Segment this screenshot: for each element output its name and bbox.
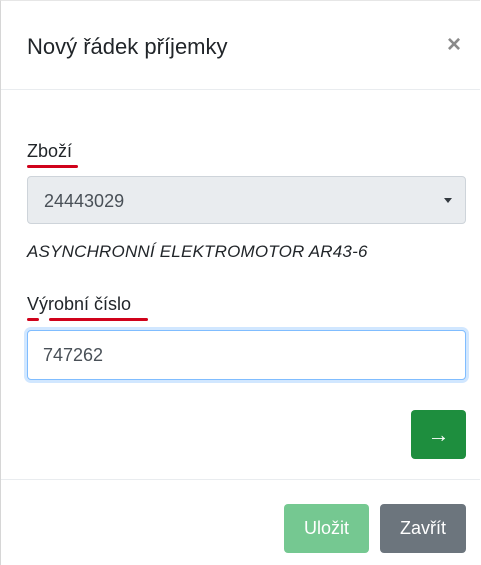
product-name: ASYNCHRONNÍ ELEKTROMOTOR AR43-6 [27, 242, 368, 261]
serial-number-input[interactable] [27, 330, 466, 380]
close-button[interactable]: Zavřít [380, 504, 466, 553]
goods-label: Zboží [27, 140, 78, 168]
modal-header: Nový řádek příjemky × [1, 1, 480, 90]
spellcheck-underline [27, 318, 39, 321]
next-button[interactable]: → [411, 410, 466, 459]
goods-select-value: 24443029 [44, 191, 125, 211]
serial-number-label-text: Výrobní číslo [27, 294, 132, 314]
modal-footer: Uložit Zavřít [1, 480, 480, 565]
chevron-down-icon [444, 198, 452, 203]
modal-body: Zboží 24443029 ASYNCHRONNÍ ELEKTROMOTOR … [1, 90, 480, 480]
arrow-right-icon: → [427, 422, 450, 447]
close-icon[interactable]: × [442, 33, 466, 57]
spellcheck-underline [49, 318, 148, 321]
new-receipt-line-modal: Nový řádek příjemky × Zboží 24443029 ASY… [0, 0, 480, 565]
modal-title: Nový řádek příjemky [27, 34, 228, 59]
save-button[interactable]: Uložit [284, 504, 369, 553]
goods-select[interactable]: 24443029 [27, 176, 466, 224]
goods-label-text: Zboží [27, 141, 73, 161]
serial-number-label: Výrobní číslo [27, 293, 148, 321]
spellcheck-underline [27, 165, 78, 168]
